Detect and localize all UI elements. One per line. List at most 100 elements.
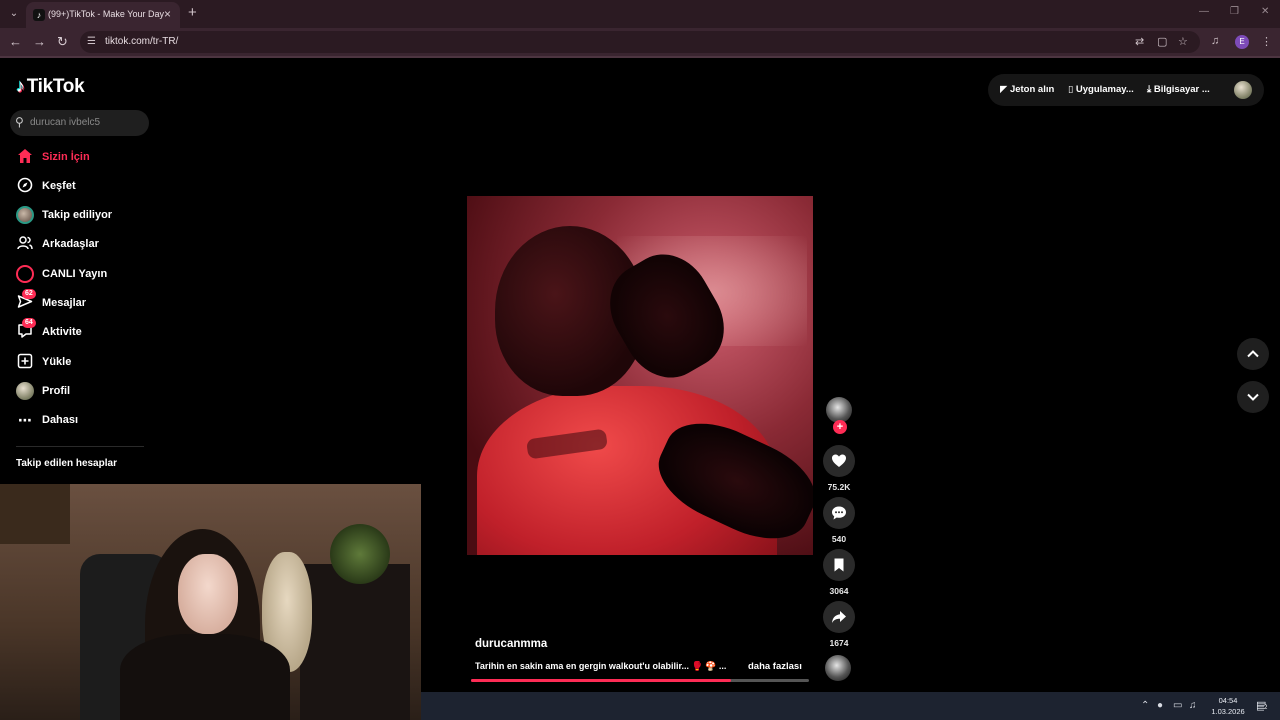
like-count: 75.2K xyxy=(827,482,851,492)
desktop-app-button[interactable]: ⤓ Bilgisayar ... xyxy=(1147,84,1210,95)
following-avatar-icon xyxy=(16,206,34,224)
previous-video-button[interactable] xyxy=(1237,338,1269,370)
compass-icon xyxy=(16,177,34,195)
search-icon: ⚲ xyxy=(15,115,24,129)
new-tab-button[interactable]: + xyxy=(188,4,197,21)
sidebar-item-label: Mesajlar xyxy=(42,297,87,309)
minimize-icon[interactable]: — xyxy=(1199,6,1209,17)
music-disc-icon[interactable] xyxy=(825,655,851,681)
restore-icon[interactable]: ❐ xyxy=(1230,6,1239,17)
tiktok-logo[interactable]: ♪ TikTok xyxy=(16,76,85,98)
desktop-app-label: Bilgisayar ... xyxy=(1153,84,1210,95)
os-taskbar: ⌃ ● ▭ ♫ 04:54 1.03.2026 ▤ 2 xyxy=(421,692,1280,720)
browser-tab-strip: ⌄ ♪ (99+)TikTok - Make Your Day × + — ❐ … xyxy=(0,0,1280,28)
system-clock[interactable]: 04:54 1.03.2026 xyxy=(1203,695,1253,717)
upload-icon xyxy=(16,353,34,371)
comment-count: 540 xyxy=(831,534,847,544)
chevron-down-icon xyxy=(1247,393,1259,401)
webcam-cabinet xyxy=(300,564,410,720)
webcam-overlay xyxy=(0,484,421,720)
video-author[interactable]: durucanmma xyxy=(475,638,547,650)
video-description: Tarihin en sakin ama en gergin walkout'u… xyxy=(475,661,727,671)
browser-toolbar: ← → ↻ ☰ tiktok.com/tr-TR/ ⇄ ▢ ☆ ♫ E ⋮ xyxy=(0,28,1280,56)
live-icon xyxy=(16,265,34,283)
browser-profile-avatar[interactable]: E xyxy=(1235,35,1249,49)
sidebar-item-label: Sizin İçin xyxy=(42,151,90,163)
next-video-button[interactable] xyxy=(1237,381,1269,413)
volume-icon[interactable]: ♫ xyxy=(1189,700,1197,711)
microphone-icon[interactable]: ● xyxy=(1157,700,1163,711)
tab-title: (99+)TikTok - Make Your Day xyxy=(48,9,164,19)
browser-menu-icon[interactable]: ⋮ xyxy=(1261,35,1272,48)
notification-center-icon[interactable]: ▤ 2 xyxy=(1256,699,1270,713)
logo-text: TikTok xyxy=(26,76,85,97)
video-progress-fill xyxy=(471,679,732,682)
sidebar-divider xyxy=(16,446,144,447)
address-bar[interactable]: ☰ tiktok.com/tr-TR/ xyxy=(80,31,1200,53)
tab-search-button[interactable]: ⌄ xyxy=(4,4,24,24)
comment-icon xyxy=(832,506,846,520)
get-app-button[interactable]: ▯ Uygulamay... xyxy=(1068,84,1134,95)
sidebar-item-label: Profil xyxy=(42,385,71,397)
notification-count: 2 xyxy=(1264,705,1268,711)
translate-icon[interactable]: ⇄ xyxy=(1135,35,1144,48)
messages-badge: 62 xyxy=(22,289,36,299)
webcam-plant xyxy=(330,524,390,584)
clock-time: 04:54 xyxy=(1218,696,1238,705)
sidebar-item-label: Yükle xyxy=(42,356,72,368)
webcam-face xyxy=(178,554,238,634)
video-progress-bar[interactable] xyxy=(471,679,809,682)
bookmark-icon xyxy=(834,558,844,572)
share-button[interactable] xyxy=(823,601,855,633)
close-tab-icon[interactable]: × xyxy=(164,7,171,21)
tiktok-favicon-icon: ♪ xyxy=(33,9,45,21)
sidebar-item-label: Dahası xyxy=(42,414,79,426)
search-placeholder: durucan ivbelc5 xyxy=(30,117,101,128)
profile-icon xyxy=(16,382,34,400)
heart-icon xyxy=(832,454,846,467)
tiktok-note-icon: ♪ xyxy=(16,76,25,96)
save-count: 3064 xyxy=(829,586,849,596)
media-controls-icon[interactable]: ♫ xyxy=(1211,35,1219,47)
activity-badge: 64 xyxy=(22,318,36,328)
following-accounts-heading: Takip edilen hesaplar xyxy=(16,458,117,469)
reload-icon[interactable]: ↻ xyxy=(57,34,68,50)
get-coins-button[interactable]: ◤ Jeton alın xyxy=(1000,84,1054,95)
install-app-icon[interactable]: ▢ xyxy=(1157,35,1167,48)
like-button[interactable] xyxy=(823,445,855,477)
share-count: 1674 xyxy=(829,638,849,648)
get-coins-label: Jeton alın xyxy=(1009,84,1055,95)
friends-icon xyxy=(16,235,34,253)
more-icon: ⋯ xyxy=(18,412,32,428)
sidebar-item-label: Takip ediliyor xyxy=(42,209,113,221)
header-actions: ◤ Jeton alın ▯ Uygulamay... ⤓ Bilgisayar… xyxy=(988,74,1264,106)
save-button[interactable] xyxy=(823,549,855,581)
comment-button[interactable] xyxy=(823,497,855,529)
home-icon xyxy=(16,148,34,166)
chevron-up-icon xyxy=(1247,350,1259,358)
get-app-label: Uygulamay... xyxy=(1075,84,1134,95)
screen: ⌄ ♪ (99+)TikTok - Make Your Day × + — ❐ … xyxy=(0,0,1280,720)
search-input[interactable]: ⚲ durucan ivbelc5 xyxy=(10,110,149,136)
sidebar-item-label: Arkadaşlar xyxy=(42,238,99,250)
chrome-divider xyxy=(0,56,1280,58)
browser-tab[interactable]: ♪ (99+)TikTok - Make Your Day × xyxy=(26,2,180,28)
network-icon[interactable]: ▭ xyxy=(1173,700,1182,711)
close-window-icon[interactable]: ✕ xyxy=(1261,6,1269,17)
clock-date: 1.03.2026 xyxy=(1211,707,1245,716)
video-player[interactable] xyxy=(467,196,813,555)
tray-expand-icon[interactable]: ⌃ xyxy=(1141,700,1149,711)
bookmark-star-icon[interactable]: ☆ xyxy=(1178,35,1188,48)
user-avatar[interactable] xyxy=(1234,81,1252,99)
forward-icon[interactable]: → xyxy=(33,34,46,49)
follow-plus-icon[interactable]: + xyxy=(833,420,847,434)
url-text[interactable]: tiktok.com/tr-TR/ xyxy=(105,36,178,47)
share-icon xyxy=(832,611,846,623)
sidebar-item-label: CANLI Yayın xyxy=(42,268,108,280)
back-icon[interactable]: ← xyxy=(9,34,22,49)
webcam-poster xyxy=(0,484,70,544)
sidebar-item-label: Keşfet xyxy=(42,180,76,192)
site-info-icon[interactable]: ☰ xyxy=(87,36,96,47)
webcam-shirt xyxy=(120,634,290,720)
show-more-button[interactable]: daha fazlası xyxy=(748,661,802,672)
